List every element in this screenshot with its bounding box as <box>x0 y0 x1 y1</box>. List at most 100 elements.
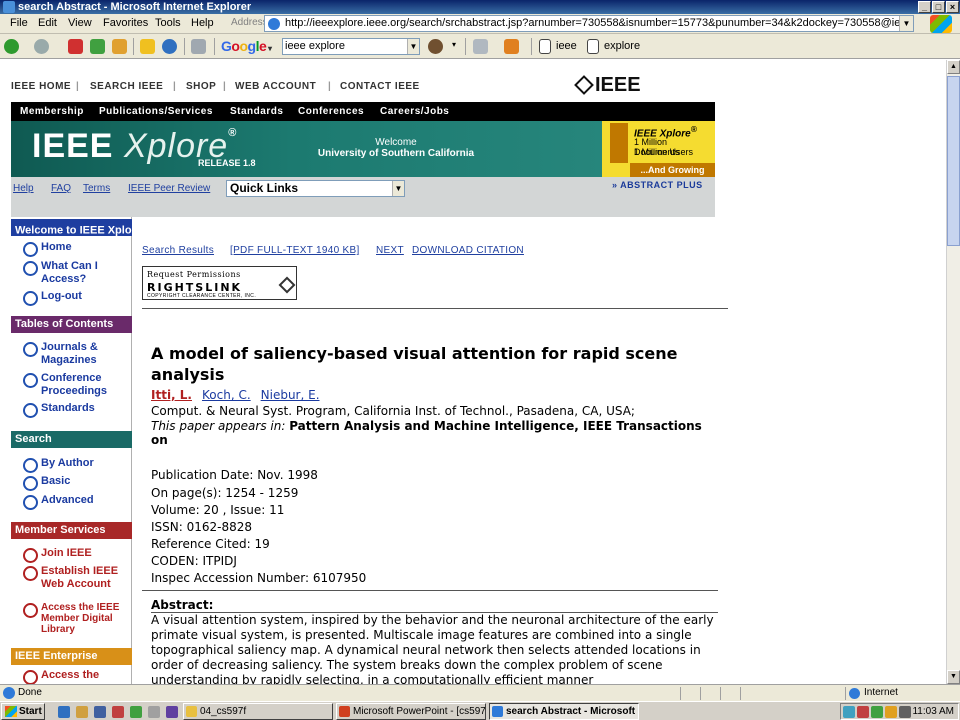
folder-icon <box>186 706 197 717</box>
link-web-account[interactable]: WEB ACCOUNT <box>235 81 316 92</box>
quicklaunch-app-icon[interactable] <box>130 706 142 718</box>
sidebar-item-advanced[interactable]: Advanced <box>23 494 125 510</box>
task-internet-explorer[interactable]: search Abstract - Microsoft ... <box>489 703 639 720</box>
scroll-thumb[interactable] <box>947 76 960 246</box>
menu-view[interactable]: View <box>68 17 92 29</box>
sidebar-item-enterprise-access[interactable]: Access the <box>23 669 125 684</box>
quicklaunch-app-icon[interactable] <box>112 706 124 718</box>
task-folder[interactable]: 04_cs597f <box>183 703 333 720</box>
address-bar[interactable]: http://ieeexplore.ieee.org/search/srchab… <box>264 15 914 32</box>
link-next[interactable]: NEXT <box>376 245 404 256</box>
refresh-icon[interactable] <box>90 39 105 54</box>
minimize-button[interactable]: _ <box>918 1 931 13</box>
volume-issue: Volume: 20 , Issue: 11 <box>151 503 285 517</box>
link-download-citation[interactable]: DOWNLOAD CITATION <box>412 245 524 256</box>
close-button[interactable]: × <box>946 1 959 13</box>
sidebar-item-access[interactable]: What Can I Access? <box>23 260 125 286</box>
welcome-message: Welcome University of Southern Californi… <box>311 137 481 159</box>
highlight-explore-icon[interactable] <box>587 39 599 54</box>
scroll-down-icon[interactable]: ▼ <box>947 670 960 684</box>
menu-tools[interactable]: Tools <box>155 17 181 29</box>
publication-date: Publication Date: Nov. 1998 <box>151 468 318 482</box>
quicklaunch-desktop-icon[interactable] <box>94 706 106 718</box>
back-icon[interactable] <box>4 39 19 54</box>
taskbar: Start 04_cs597f Microsoft PowerPoint - [… <box>0 701 960 720</box>
quicklaunch-ie-icon[interactable] <box>58 706 70 718</box>
stop-icon[interactable] <box>68 39 83 54</box>
forward-icon[interactable] <box>34 39 49 54</box>
nav-standards[interactable]: Standards <box>230 106 283 117</box>
window-title-bar[interactable]: search Abstract - Microsoft Internet Exp… <box>0 0 960 14</box>
sidebar-item-web-account[interactable]: Establish IEEE Web Account <box>23 565 125 591</box>
sidebar-item-journals[interactable]: Journals & Magazines <box>23 341 125 367</box>
link-peer-review[interactable]: IEEE Peer Review <box>128 183 210 194</box>
link-shop[interactable]: SHOP <box>186 81 216 92</box>
toolbar-link-ieee[interactable]: ieee <box>556 40 577 52</box>
link-faq[interactable]: FAQ <box>51 183 71 194</box>
link-help[interactable]: Help <box>13 183 34 194</box>
link-contact-ieee[interactable]: CONTACT IEEE <box>340 81 420 92</box>
quicklaunch-app-icon[interactable] <box>166 706 178 718</box>
quick-links-select[interactable]: Quick Links ▼ <box>226 180 405 197</box>
menu-help[interactable]: Help <box>191 17 214 29</box>
search-dropdown-icon[interactable]: ▼ <box>407 39 419 54</box>
quicklaunch-explorer-icon[interactable] <box>76 706 88 718</box>
clock[interactable]: 11:03 AM <box>912 706 954 717</box>
page-icon <box>268 18 280 30</box>
sidebar-item-standards[interactable]: Standards <box>23 402 125 418</box>
print-icon[interactable] <box>191 39 206 54</box>
sidebar-item-home[interactable]: Home <box>23 241 125 257</box>
link-search-results[interactable]: Search Results <box>142 245 214 256</box>
search-menu-arrow-icon[interactable]: ▾ <box>452 40 456 49</box>
google-toolbar-logo[interactable]: Google ▾ <box>221 38 272 54</box>
author-link[interactable]: Koch, C. <box>202 388 251 402</box>
media-icon[interactable] <box>162 39 177 54</box>
nav-publications[interactable]: Publications/Services <box>99 106 213 117</box>
volume-icon[interactable] <box>899 706 911 718</box>
tray-icon[interactable] <box>843 706 855 718</box>
abstract-plus-link[interactable]: » ABSTRACT PLUS <box>612 180 703 190</box>
google-search-input[interactable]: ieee explore ▼ <box>282 38 420 55</box>
link-terms[interactable]: Terms <box>83 183 110 194</box>
highlight-ieee-icon[interactable] <box>539 39 551 54</box>
tray-icon[interactable] <box>885 706 897 718</box>
scroll-up-icon[interactable]: ▲ <box>947 60 960 74</box>
sidebar-item-join-ieee[interactable]: Join IEEE <box>23 547 125 563</box>
tray-icon[interactable] <box>871 706 883 718</box>
vertical-scrollbar[interactable]: ▲ ▼ <box>946 60 960 684</box>
ieee-logo[interactable]: IEEE <box>574 74 641 97</box>
address-dropdown-icon[interactable]: ▼ <box>899 16 913 31</box>
sidebar-item-conferences[interactable]: Conference Proceedings <box>23 372 125 398</box>
binoculars-search-icon[interactable] <box>428 39 443 54</box>
journal-link[interactable]: Pattern Analysis and Machine Intelligenc… <box>289 419 702 433</box>
nav-careers[interactable]: Careers/Jobs <box>380 106 449 117</box>
link-search-ieee[interactable]: SEARCH IEEE <box>90 81 163 92</box>
maximize-button[interactable]: □ <box>932 1 945 13</box>
favorites-star-icon[interactable] <box>140 39 155 54</box>
page-info-icon[interactable] <box>473 39 488 54</box>
menu-file[interactable]: File <box>10 17 28 29</box>
nav-conferences[interactable]: Conferences <box>298 106 364 117</box>
home-icon[interactable] <box>112 39 127 54</box>
quicklaunch-app-icon[interactable] <box>148 706 160 718</box>
sidebar-item-member-library[interactable]: Access the IEEE Member Digital Library <box>23 602 125 635</box>
author-link[interactable]: Niebur, E. <box>261 388 320 402</box>
start-button[interactable]: Start <box>1 703 45 720</box>
author-link[interactable]: Itti, L. <box>151 388 192 402</box>
tray-icon[interactable] <box>857 706 869 718</box>
nav-membership[interactable]: Membership <box>20 106 84 117</box>
menu-favorites[interactable]: Favorites <box>103 17 148 29</box>
link-pdf-full-text[interactable]: [PDF FULL-TEXT 1940 KB] <box>230 245 360 256</box>
sidebar-item-logout[interactable]: Log-out <box>23 290 125 306</box>
sidebar-item-basic[interactable]: Basic <box>23 475 125 491</box>
sidebar-item-by-author[interactable]: By Author <box>23 457 125 473</box>
sidebar-heading-search: Search <box>11 431 132 448</box>
rightslink-button[interactable]: Request Permissions RIGHTSLINK COPYRIGHT… <box>142 266 297 300</box>
toolbar-link-explore[interactable]: explore <box>604 40 640 52</box>
globe-icon <box>849 688 860 699</box>
link-ieee-home[interactable]: IEEE HOME <box>11 81 71 92</box>
task-powerpoint[interactable]: Microsoft PowerPoint - [cs597-... <box>336 703 486 720</box>
promo-badge[interactable]: IEEE IEEE Xplore® 1 Million Documents 1 … <box>602 121 715 177</box>
popup-blocker-icon[interactable] <box>504 39 519 54</box>
menu-edit[interactable]: Edit <box>38 17 57 29</box>
